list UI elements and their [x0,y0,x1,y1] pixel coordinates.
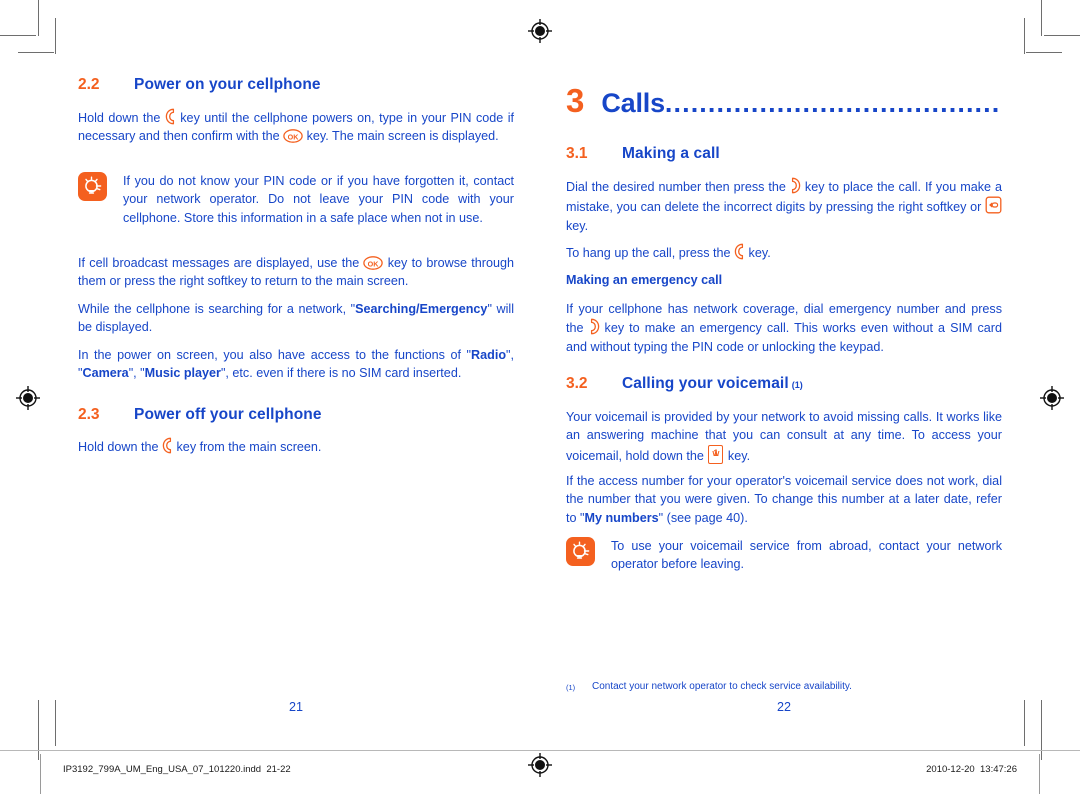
text-run: key. [745,246,771,260]
paragraph-emergency-call: If your cellphone has network coverage, … [566,300,1002,356]
text-run: " (see page 40). [658,510,748,525]
section-heading-3-2: 3.2 Calling your voicemail (1) [566,375,803,393]
text-run: ", etc. even if there is no SIM card ins… [220,366,462,381]
text-run: key from the main screen. [173,440,322,454]
text-run: If cell broadcast messages are displayed… [78,256,364,270]
text-run-bold: Radio [471,348,507,362]
voicemail-key-bottom-label: W [712,449,720,459]
paragraph-power-off: Hold down the key from the main screen. [78,437,514,456]
section-number: 3.2 [566,375,588,392]
svg-text:OK: OK [288,133,300,142]
hangup-key-icon [162,437,173,454]
text-run: key to make an emergency call. This work… [566,321,1002,354]
text-run: While the cellphone is searching for a n… [78,302,356,316]
crop-mark-top-right-v [1041,0,1042,36]
crop-mark-top-left-inner-h [18,52,54,53]
chapter-title: Calls [601,88,665,117]
text-run: key. The main screen is displayed. [303,129,499,144]
text-run: key. [724,448,751,463]
crop-mark-top-right-inner-v [1024,18,1025,54]
slug-filename-text: IP3192_799A_UM_Eng_USA_07_101220.indd [63,764,262,775]
subheading-emergency-call: Making an emergency call [566,273,723,287]
text-run: ", " [128,366,145,381]
lightbulb-tip-icon [566,537,595,566]
section-number: 2.3 [78,406,100,423]
paragraph-voicemail-intro: Your voicemail is provided by your netwo… [566,408,1002,465]
paragraph-power-on-functions: In the power on screen, you also have ac… [78,346,514,383]
section-title: Power off your cellphone [134,406,322,423]
text-run: Hold down the [78,111,165,125]
crop-mark-top-right-inner-h [1026,52,1062,53]
tip-callout-pin-code: If you do not know your PIN code or if y… [78,172,514,227]
right-page-column: 3 Calls ................................… [566,0,1002,798]
registration-mark-left-center [15,385,41,411]
tip-text: To use your voicemail service from abroa… [611,539,1002,572]
slug-rule-top [0,750,1080,751]
crop-mark-top-left-h [0,35,36,36]
text-run-bold: Music player [144,366,221,381]
slug-filename: IP3192_799A_UM_Eng_USA_07_101220.indd 21… [63,764,291,775]
voicemail-key-icon: 1W [708,444,724,464]
printed-page-spread: 2.2 Power on your cellphone Hold down th… [0,0,1080,798]
text-run: In the power on screen, you also have ac… [78,348,472,362]
paragraph-cell-broadcast: If cell broadcast messages are displayed… [78,254,514,291]
paragraph-power-on-intro: Hold down the key until the cellphone po… [78,108,514,146]
text-run: Dial the desired number then press the [566,180,790,194]
footnote-marker: (1) [791,380,803,390]
ok-key-icon: OK [363,256,384,270]
section-number: 3.1 [566,145,588,162]
tip-callout-voicemail-abroad: To use your voicemail service from abroa… [566,537,1002,574]
chapter-number: 3 [566,84,585,117]
text-run: Hold down the [78,440,163,454]
footnote-service-availability: (1) Contact your network operator to che… [566,680,1002,695]
tip-text: If you do not know your PIN code or if y… [123,174,514,225]
call-key-icon [589,318,600,335]
paragraph-searching-emergency: While the cellphone is searching for a n… [78,300,514,337]
left-page-column: 2.2 Power on your cellphone Hold down th… [78,0,514,798]
ok-key-icon: OK [283,129,303,144]
section-heading-3-1: 3.1 Making a call [566,145,720,163]
chapter-title-dot-leader: ........................................… [664,90,1002,117]
paragraph-hang-up: To hang up the call, press the key. [566,243,1002,262]
crop-mark-top-right-h [1044,35,1080,36]
delete-key-icon [985,196,1002,214]
slug-timestamp: 2010-12-20 13:47:26 [926,764,1017,775]
text-run-bold: Camera [82,366,129,381]
slug-divider-right [1039,754,1040,794]
section-title: Making a call [622,145,720,162]
page-number-right: 22 [776,700,791,714]
page-number-left: 21 [288,700,303,714]
text-run: key. [566,218,589,233]
text-run: To hang up the call, press the [566,246,735,260]
crop-mark-top-left-inner-v [55,18,56,54]
prepress-slug-bar: IP3192_799A_UM_Eng_USA_07_101220.indd 21… [0,750,1080,798]
call-key-icon [790,177,801,194]
paragraph-voicemail-access-number: If the access number for your operator's… [566,472,1002,527]
crop-mark-bottom-right-inner-v [1024,700,1025,746]
section-number: 2.2 [78,76,100,93]
slug-page-range: 21-22 [266,764,291,775]
registration-mark-right-center [1039,385,1065,411]
slug-time-text: 13:47:26 [980,764,1017,775]
section-title: Power on your cellphone [134,76,321,93]
section-title: Calling your voicemail [622,375,789,392]
text-run: Your voicemail is provided by your netwo… [566,410,1002,463]
chapter-heading-3: 3 Calls ................................… [566,84,1002,117]
section-heading-2-3: 2.3 Power off your cellphone [78,406,322,424]
section-heading-2-2: 2.2 Power on your cellphone [78,76,321,94]
hangup-key-icon [165,108,176,125]
crop-mark-top-left-v [38,0,39,36]
lightbulb-tip-icon [78,172,107,201]
slug-divider-left [40,754,41,794]
registration-mark-top-center [527,18,553,44]
text-run-bold: Searching/Emergency [355,302,488,316]
text-run-bold: My numbers [584,510,659,525]
footnote-marker: (1) [566,683,576,692]
svg-text:OK: OK [368,259,380,268]
slug-date-text: 2010-12-20 [926,764,975,775]
hangup-key-icon [734,243,745,260]
footnote-text: Contact your network operator to check s… [592,681,852,692]
crop-mark-bottom-left-inner-v [55,700,56,746]
paragraph-making-a-call: Dial the desired number then press the k… [566,177,1002,235]
